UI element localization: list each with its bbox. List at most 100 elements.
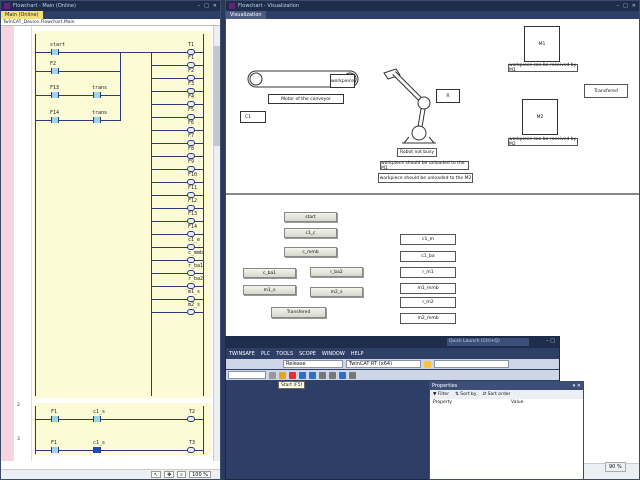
- configuration-select[interactable]: Release: [283, 360, 343, 368]
- vs-toolbar-1: Release TwinCAT RT (x64): [226, 359, 559, 369]
- visualization-zoom-select[interactable]: 90 %: [605, 462, 626, 472]
- ladder-editor[interactable]: start F2 F13 trans F14 trans T1 F1 F2 F3 F4 F5 F6 F7 F…: [1, 26, 220, 461]
- close-icon[interactable]: ✕: [213, 3, 217, 9]
- pan-tool-button[interactable]: ✥: [164, 471, 175, 478]
- coil-wire: [151, 78, 203, 79]
- minimize-icon[interactable]: –: [198, 3, 201, 9]
- contact-F2[interactable]: [51, 68, 59, 74]
- activate-config-icon[interactable]: [269, 371, 276, 379]
- pointer-tool-button[interactable]: ↖: [150, 471, 162, 478]
- ladder-statusbar: ↖ ✥ ⌕ 100 %: [1, 469, 220, 479]
- visualization-titlebar[interactable]: Flowchart - Visualization – □ ✕: [226, 1, 639, 11]
- logout-icon[interactable]: [309, 371, 316, 379]
- contact-label: start: [50, 42, 66, 48]
- menu-plc[interactable]: PLC: [261, 351, 270, 357]
- vs-titlebar[interactable]: Quick Launch (Ctrl+Q) – □: [226, 337, 559, 348]
- vs-menubar: TWINSAFE PLC TOOLS SCOPE WINDOW HELP: [226, 349, 559, 358]
- contact-label: F1: [51, 409, 58, 415]
- contact-trans[interactable]: [93, 92, 101, 98]
- ladder-window: Flowchart - Main (Online) – □ ✕ Main (Onli…: [0, 0, 221, 480]
- platform-select[interactable]: TwinCAT RT (x64): [346, 360, 421, 368]
- find-icon[interactable]: [424, 360, 431, 368]
- r-indicator: R: [436, 89, 460, 103]
- menu-tools[interactable]: TOOLS: [276, 351, 293, 357]
- sort-by-label: Sort by: [460, 392, 477, 397]
- contact-label: trans: [92, 85, 108, 91]
- contact-F1[interactable]: [51, 447, 59, 453]
- search-combo[interactable]: [434, 360, 509, 368]
- m2-s-button[interactable]: m2_s: [310, 287, 363, 297]
- pin-icon[interactable]: ▾ ✕: [573, 382, 583, 390]
- maximize-icon[interactable]: □: [204, 3, 209, 9]
- visual-studio-icon: [4, 3, 10, 9]
- c1-c-button[interactable]: c1_c: [284, 228, 337, 238]
- close-icon[interactable]: ✕: [632, 3, 636, 9]
- rung-wire: [36, 71, 121, 72]
- breakpoint-icon[interactable]: [319, 371, 326, 379]
- tab-main-online[interactable]: Main (Online): [1, 11, 43, 19]
- quick-launch-input[interactable]: Quick Launch (Ctrl+Q): [447, 338, 529, 346]
- properties-sort-by-button[interactable]: ⇅ Sort by: [455, 392, 476, 397]
- refresh-icon[interactable]: [339, 371, 346, 379]
- minimize-icon[interactable]: –: [617, 3, 620, 9]
- menu-scope[interactable]: SCOPE: [299, 351, 316, 357]
- coil-wire: [151, 286, 203, 287]
- coil-label: m1_s: [188, 289, 201, 295]
- start-icon[interactable]: [279, 371, 286, 379]
- contact-F14[interactable]: [51, 117, 59, 123]
- ladder-vertical-scrollbar[interactable]: [213, 26, 220, 461]
- menu-window[interactable]: WINDOW: [322, 351, 345, 357]
- coil-T3[interactable]: [187, 447, 195, 453]
- contact-label: trans: [92, 110, 108, 116]
- left-power-rail-2: [35, 406, 36, 454]
- coil-wire: [151, 52, 203, 53]
- network-1[interactable]: [34, 31, 212, 398]
- network-number-2: 2: [17, 403, 20, 408]
- properties-panel: Properties ▾ ✕ ▼ Filter ⇅ Sort by ⇵ Sort …: [429, 381, 584, 480]
- contact-F1[interactable]: [51, 416, 59, 422]
- contact-F13[interactable]: [51, 92, 59, 98]
- zoom-tool-button[interactable]: ⌕: [177, 471, 187, 478]
- m1-s-button[interactable]: m1_s: [243, 285, 296, 295]
- zoom-level-select[interactable]: 100 %: [189, 471, 211, 478]
- start-button[interactable]: start: [284, 212, 337, 222]
- stop-icon[interactable]: [289, 371, 296, 379]
- contact-c1_s[interactable]: [93, 447, 101, 453]
- coil-m2_s[interactable]: [187, 309, 195, 315]
- lamp-m2-mmb: m2_mmb: [400, 313, 456, 324]
- menu-twinsafe[interactable]: TWINSAFE: [229, 351, 255, 357]
- coil-wire: [151, 182, 203, 183]
- scroll-thumb[interactable]: [214, 46, 220, 146]
- maximize-icon[interactable]: □: [623, 3, 628, 9]
- ladder-window-titlebar[interactable]: Flowchart - Main (Online) – □ ✕: [1, 1, 220, 11]
- conveyor-motor-lamp: Motor of the conveyor: [268, 94, 344, 104]
- properties-title: Properties: [432, 383, 458, 389]
- contact-label: F14: [50, 110, 60, 116]
- plc-project-select[interactable]: [228, 371, 266, 379]
- contact-start[interactable]: [51, 49, 59, 55]
- network-2-3[interactable]: [34, 403, 212, 455]
- options-icon[interactable]: [349, 371, 356, 379]
- step-icon[interactable]: [329, 371, 336, 379]
- tab-visualization[interactable]: Visualization: [226, 11, 266, 19]
- breakpoint-margin[interactable]: [1, 26, 14, 461]
- properties-filter-button[interactable]: ▼ Filter: [433, 392, 449, 397]
- contact-label: F1: [51, 440, 58, 446]
- c-ba1-button[interactable]: c_ba1: [243, 268, 296, 278]
- machine-m2: M2: [522, 99, 558, 135]
- menu-help[interactable]: HELP: [351, 351, 364, 357]
- vs-window-controls[interactable]: – □: [546, 338, 555, 344]
- coil-label: F5: [188, 107, 195, 113]
- contact-trans[interactable]: [93, 117, 101, 123]
- workpiece-indicator: workpiece: [330, 74, 355, 88]
- transfered-button[interactable]: Transfered: [271, 307, 326, 318]
- rung-wire: [36, 450, 203, 451]
- c-mmb-button[interactable]: c_mmb: [284, 247, 337, 257]
- properties-sort-order-button[interactable]: ⇵ Sort order: [482, 392, 510, 397]
- contact-c1_s[interactable]: [93, 416, 101, 422]
- coil-T2[interactable]: [187, 416, 195, 422]
- visualization-divider: [226, 193, 639, 195]
- login-icon[interactable]: [299, 371, 306, 379]
- r-ba2-button[interactable]: r_ba2: [310, 267, 363, 277]
- coil-label: F10: [188, 172, 198, 178]
